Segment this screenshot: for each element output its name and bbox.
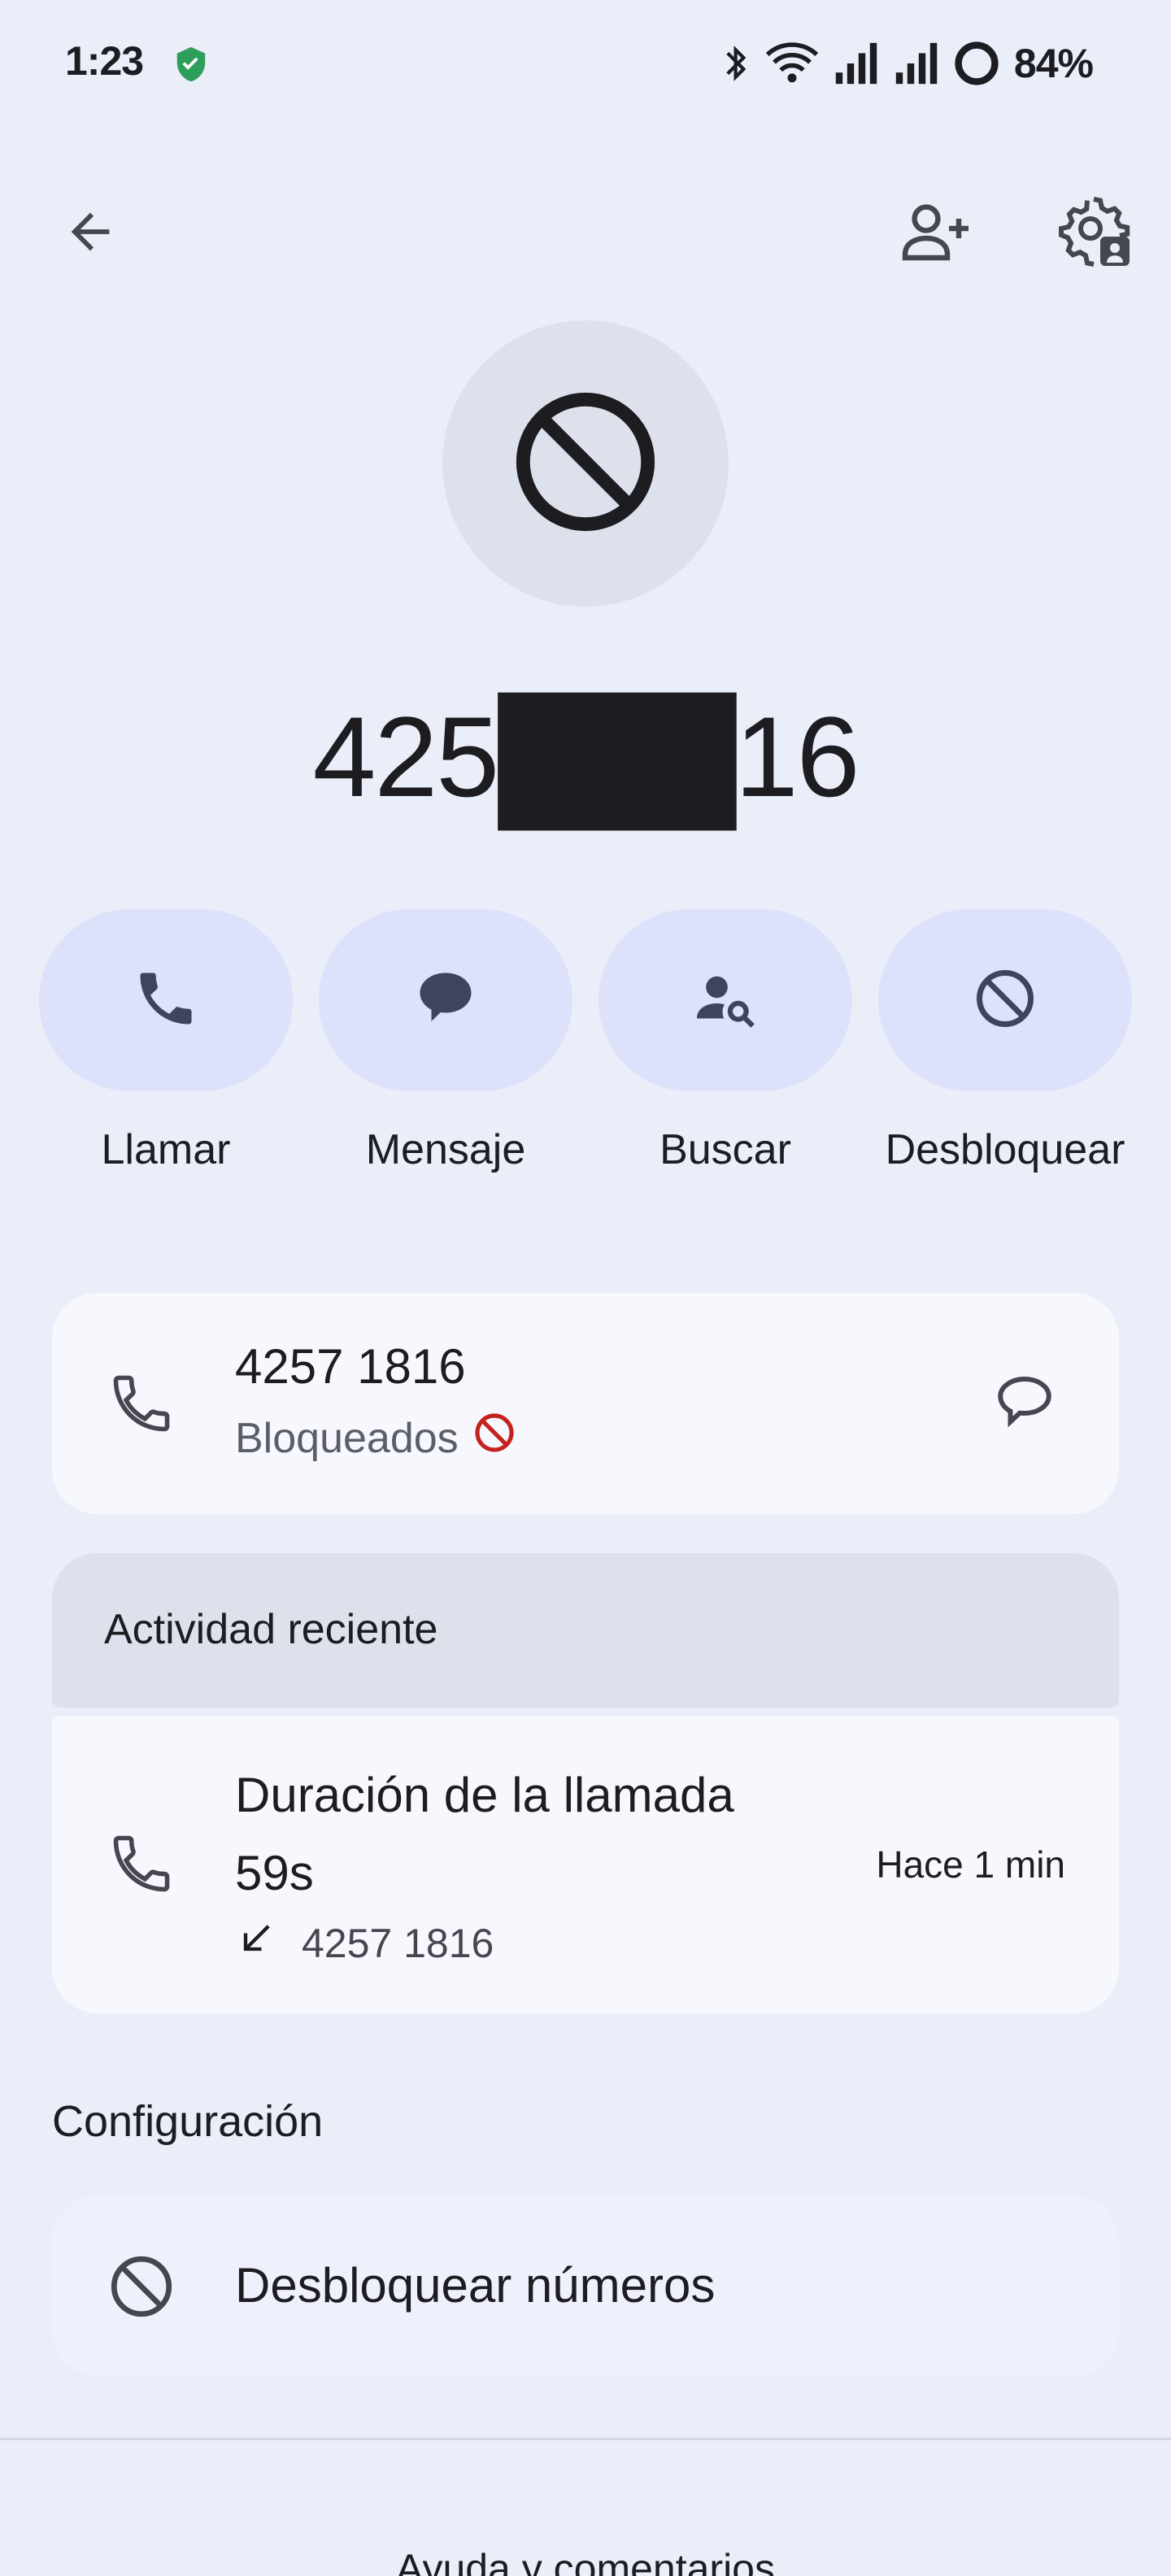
bluetooth-icon: [723, 41, 751, 86]
call-button[interactable]: [39, 909, 293, 1091]
message-outline-icon: [990, 1368, 1059, 1440]
status-time: 1:23: [65, 38, 144, 84]
person-search-icon: [691, 964, 760, 1037]
wifi-icon: [765, 41, 819, 86]
number-text: 4257 1816: [235, 1339, 466, 1394]
unblock-action[interactable]: Desbloquear: [878, 909, 1132, 1182]
call-label: Llamar: [101, 1126, 231, 1173]
settings-account-icon: [1055, 193, 1133, 275]
block-icon: [101, 2246, 182, 2327]
phone-icon: [101, 1363, 182, 1444]
search-label: Buscar: [660, 1126, 791, 1173]
person-add-icon: [897, 193, 975, 275]
send-message-button[interactable]: [976, 1355, 1073, 1452]
signal-icon-1: [834, 41, 879, 86]
phone-icon: [132, 964, 200, 1037]
battery-icon: [954, 41, 999, 86]
block-icon: [971, 964, 1039, 1037]
search-button[interactable]: [599, 909, 852, 1091]
recent-activity-header: Actividad reciente: [52, 1553, 1119, 1708]
back-button[interactable]: [46, 189, 135, 278]
message-button[interactable]: [319, 909, 572, 1091]
add-contact-button[interactable]: [891, 189, 981, 278]
status-bar: 1:23 84%: [0, 0, 1171, 130]
incoming-arrow-icon: [235, 1917, 277, 1969]
phone-icon: [101, 1823, 182, 1904]
message-icon: [411, 964, 480, 1037]
blocked-icon: [472, 1410, 517, 1466]
call-time: Hace 1 min: [876, 1843, 1065, 1886]
divider: [0, 2438, 1171, 2440]
number-card[interactable]: 4257 1816 Bloqueados: [52, 1293, 1119, 1514]
contact-settings-button[interactable]: [1049, 189, 1138, 278]
arrow-back-icon: [62, 203, 119, 264]
call-number-row: 4257 1816: [235, 1917, 494, 1969]
settings-section-title: Configuración: [52, 2097, 324, 2146]
call-number: 4257 1816: [302, 1921, 494, 1966]
call-duration: Duración de la llamada 59s: [235, 1768, 734, 1900]
status-icons: 84%: [723, 39, 1094, 88]
blocked-label: Bloqueados: [235, 1414, 459, 1462]
action-row: Llamar Mensaje Buscar Desbloquear: [39, 909, 1132, 1182]
recent-activity-title: Actividad reciente: [104, 1606, 438, 1653]
message-label: Mensaje: [365, 1126, 526, 1173]
blocked-status: Bloqueados: [235, 1410, 517, 1466]
help-feedback-link[interactable]: Ayuda y comentarios: [0, 2545, 1171, 2576]
signal-icon-2: [894, 41, 939, 86]
unblock-label: Desbloquear: [885, 1126, 1125, 1173]
avatar: [442, 320, 729, 607]
call-action[interactable]: Llamar: [39, 909, 293, 1182]
phone-number-title: 425███16: [312, 693, 860, 820]
message-action[interactable]: Mensaje: [319, 909, 572, 1182]
battery-percent: 84%: [1013, 41, 1094, 86]
search-action[interactable]: Buscar: [599, 909, 852, 1182]
unblock-numbers-item[interactable]: Desbloquear números: [52, 2195, 1119, 2376]
shield-icon: [172, 46, 210, 83]
unblock-numbers-label: Desbloquear números: [235, 2258, 716, 2313]
unblock-button[interactable]: [878, 909, 1132, 1091]
block-icon: [511, 387, 660, 541]
contact-details-screen: 1:23 84% 425███16 Llamar Mensaje Buscar …: [0, 0, 1171, 2576]
recent-call-item[interactable]: Duración de la llamada 59s 4257 1816 Hac…: [52, 1716, 1119, 2013]
